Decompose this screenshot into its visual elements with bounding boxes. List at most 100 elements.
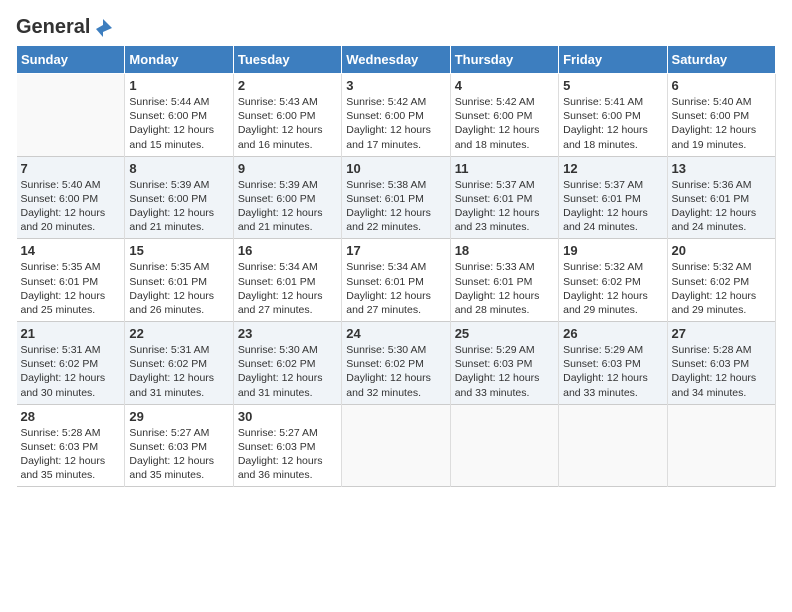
calendar-cell: 20 Sunrise: 5:32 AMSunset: 6:02 PMDayligh… [667,239,775,322]
calendar-cell: 13 Sunrise: 5:36 AMSunset: 6:01 PMDayligh… [667,156,775,239]
day-info: Sunrise: 5:32 AMSunset: 6:02 PMDaylight:… [672,260,771,317]
calendar-cell [450,404,558,487]
calendar-cell: 22 Sunrise: 5:31 AMSunset: 6:02 PMDayligh… [125,322,233,405]
day-number: 15 [129,243,228,258]
week-row-5: 28 Sunrise: 5:28 AMSunset: 6:03 PMDayligh… [17,404,776,487]
day-info: Sunrise: 5:29 AMSunset: 6:03 PMDaylight:… [563,343,662,400]
day-info: Sunrise: 5:36 AMSunset: 6:01 PMDaylight:… [672,178,771,235]
calendar-cell: 18 Sunrise: 5:33 AMSunset: 6:01 PMDayligh… [450,239,558,322]
header: General [16,16,776,35]
week-row-4: 21Sunrise: 5:31 AMSunset: 6:02 PMDayligh… [17,322,776,405]
calendar-cell: 15 Sunrise: 5:35 AMSunset: 6:01 PMDayligh… [125,239,233,322]
day-info: Sunrise: 5:39 AMSunset: 6:00 PMDaylight:… [238,178,337,235]
week-row-2: 7 Sunrise: 5:40 AMSunset: 6:00 PMDaylight… [17,156,776,239]
day-number: 23 [238,326,337,341]
day-info: Sunrise: 5:39 AMSunset: 6:00 PMDaylight:… [129,178,228,235]
calendar-cell: 10 Sunrise: 5:38 AMSunset: 6:01 PMDayligh… [342,156,450,239]
day-number: 3 [346,78,445,93]
day-header-friday: Friday [559,46,667,74]
calendar-cell [342,404,450,487]
day-header-monday: Monday [125,46,233,74]
calendar-cell: 11 Sunrise: 5:37 AMSunset: 6:01 PMDayligh… [450,156,558,239]
day-info: Sunrise: 5:35 AMSunset: 6:01 PMDaylight:… [21,260,121,317]
day-number: 24 [346,326,445,341]
day-header-thursday: Thursday [450,46,558,74]
day-info: Sunrise: 5:28 AMSunset: 6:03 PMDaylight:… [672,343,771,400]
calendar-cell: 27 Sunrise: 5:28 AMSunset: 6:03 PMDayligh… [667,322,775,405]
calendar-cell: 16 Sunrise: 5:34 AMSunset: 6:01 PMDayligh… [233,239,341,322]
day-number: 27 [672,326,771,341]
day-number: 9 [238,161,337,176]
day-number: 16 [238,243,337,258]
day-info: Sunrise: 5:40 AMSunset: 6:00 PMDaylight:… [672,95,771,152]
day-info: Sunrise: 5:30 AMSunset: 6:02 PMDaylight:… [346,343,445,400]
day-info: Sunrise: 5:29 AMSunset: 6:03 PMDaylight:… [455,343,554,400]
day-info: Sunrise: 5:42 AMSunset: 6:00 PMDaylight:… [346,95,445,152]
calendar-cell: 12Sunrise: 5:37 AMSunset: 6:01 PMDayligh… [559,156,667,239]
day-info: Sunrise: 5:34 AMSunset: 6:01 PMDaylight:… [238,260,337,317]
calendar-table: SundayMondayTuesdayWednesdayThursdayFrid… [16,45,776,487]
day-number: 26 [563,326,662,341]
day-number: 2 [238,78,337,93]
calendar-cell: 29Sunrise: 5:27 AMSunset: 6:03 PMDayligh… [125,404,233,487]
day-number: 17 [346,243,445,258]
day-info: Sunrise: 5:34 AMSunset: 6:01 PMDaylight:… [346,260,445,317]
day-info: Sunrise: 5:32 AMSunset: 6:02 PMDaylight:… [563,260,662,317]
calendar-cell: 19 Sunrise: 5:32 AMSunset: 6:02 PMDayligh… [559,239,667,322]
day-info: Sunrise: 5:41 AMSunset: 6:00 PMDaylight:… [563,95,662,152]
calendar-cell: 25 Sunrise: 5:29 AMSunset: 6:03 PMDayligh… [450,322,558,405]
day-number: 1 [129,78,228,93]
day-info: Sunrise: 5:31 AMSunset: 6:02 PMDaylight:… [21,343,121,400]
calendar-cell: 23 Sunrise: 5:30 AMSunset: 6:02 PMDayligh… [233,322,341,405]
day-header-wednesday: Wednesday [342,46,450,74]
day-info: Sunrise: 5:43 AMSunset: 6:00 PMDaylight:… [238,95,337,152]
day-info: Sunrise: 5:37 AMSunset: 6:01 PMDaylight:… [455,178,554,235]
day-info: Sunrise: 5:27 AMSunset: 6:03 PMDaylight:… [129,426,228,483]
calendar-cell: 7 Sunrise: 5:40 AMSunset: 6:00 PMDaylight… [17,156,125,239]
calendar-cell: 8Sunrise: 5:39 AMSunset: 6:00 PMDaylight… [125,156,233,239]
day-number: 22 [129,326,228,341]
calendar-cell: 1 Sunrise: 5:44 AMSunset: 6:00 PMDaylight… [125,74,233,157]
logo-general: General [16,16,90,39]
day-number: 5 [563,78,662,93]
day-number: 11 [455,161,554,176]
day-number: 25 [455,326,554,341]
day-info: Sunrise: 5:30 AMSunset: 6:02 PMDaylight:… [238,343,337,400]
day-number: 13 [672,161,771,176]
day-info: Sunrise: 5:28 AMSunset: 6:03 PMDaylight:… [21,426,121,483]
day-info: Sunrise: 5:38 AMSunset: 6:01 PMDaylight:… [346,178,445,235]
day-info: Sunrise: 5:27 AMSunset: 6:03 PMDaylight:… [238,426,337,483]
day-number: 18 [455,243,554,258]
day-number: 7 [21,161,121,176]
calendar-cell [17,74,125,157]
day-info: Sunrise: 5:31 AMSunset: 6:02 PMDaylight:… [129,343,228,400]
calendar-cell: 17 Sunrise: 5:34 AMSunset: 6:01 PMDayligh… [342,239,450,322]
day-info: Sunrise: 5:44 AMSunset: 6:00 PMDaylight:… [129,95,228,152]
logo: General [16,16,116,35]
week-row-3: 14Sunrise: 5:35 AMSunset: 6:01 PMDayligh… [17,239,776,322]
day-number: 6 [672,78,771,93]
calendar-cell: 24 Sunrise: 5:30 AMSunset: 6:02 PMDayligh… [342,322,450,405]
day-number: 28 [21,409,121,424]
day-header-tuesday: Tuesday [233,46,341,74]
day-number: 4 [455,78,554,93]
calendar-cell: 5 Sunrise: 5:41 AMSunset: 6:00 PMDaylight… [559,74,667,157]
day-info: Sunrise: 5:40 AMSunset: 6:00 PMDaylight:… [21,178,121,235]
calendar-cell: 28 Sunrise: 5:28 AMSunset: 6:03 PMDayligh… [17,404,125,487]
calendar-cell: 21Sunrise: 5:31 AMSunset: 6:02 PMDayligh… [17,322,125,405]
day-info: Sunrise: 5:33 AMSunset: 6:01 PMDaylight:… [455,260,554,317]
day-number: 19 [563,243,662,258]
calendar-cell: 3 Sunrise: 5:42 AMSunset: 6:00 PMDaylight… [342,74,450,157]
week-row-1: 1 Sunrise: 5:44 AMSunset: 6:00 PMDaylight… [17,74,776,157]
calendar-cell: 4 Sunrise: 5:42 AMSunset: 6:00 PMDaylight… [450,74,558,157]
day-info: Sunrise: 5:35 AMSunset: 6:01 PMDaylight:… [129,260,228,317]
logo-bird-icon [92,17,114,39]
day-number: 10 [346,161,445,176]
day-header-sunday: Sunday [17,46,125,74]
days-header-row: SundayMondayTuesdayWednesdayThursdayFrid… [17,46,776,74]
day-info: Sunrise: 5:42 AMSunset: 6:00 PMDaylight:… [455,95,554,152]
calendar-cell [559,404,667,487]
calendar-cell: 14Sunrise: 5:35 AMSunset: 6:01 PMDayligh… [17,239,125,322]
calendar-cell: 2 Sunrise: 5:43 AMSunset: 6:00 PMDaylight… [233,74,341,157]
day-number: 20 [672,243,771,258]
